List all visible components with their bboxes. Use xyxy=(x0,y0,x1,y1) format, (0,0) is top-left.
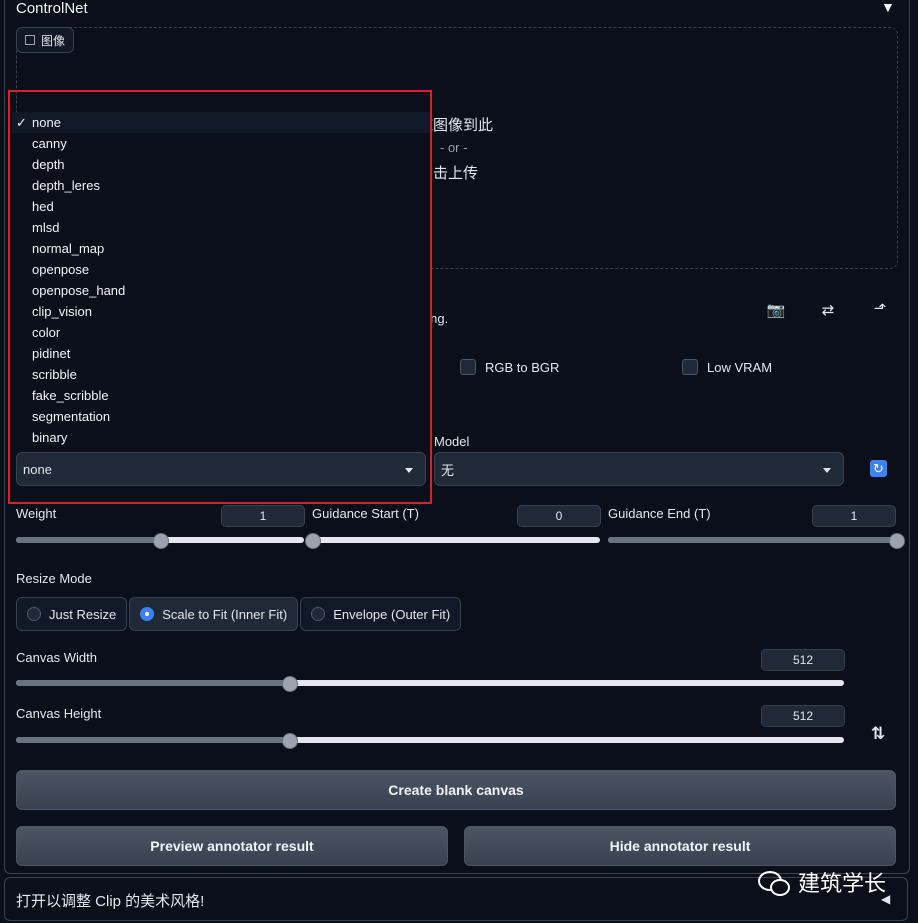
resize-mode-radio-group: Just Resize Scale to Fit (Inner Fit) Env… xyxy=(16,597,463,631)
highlight-box xyxy=(8,90,432,504)
rgb-to-bgr-checkbox[interactable]: RGB to BGR xyxy=(460,359,559,375)
image-tag-label: 图像 xyxy=(41,33,66,48)
rgb-to-bgr-label: RGB to BGR xyxy=(485,359,560,375)
guidance-end-input[interactable]: 1 xyxy=(812,505,896,527)
guidance-start-input[interactable]: 0 xyxy=(517,505,601,527)
low-vram-checkbox[interactable]: Low VRAM xyxy=(682,359,772,375)
create-blank-canvas-button[interactable]: Create blank canvas xyxy=(16,770,896,810)
radio-circle-selected[interactable] xyxy=(140,607,155,621)
guidance-start-slider-handle[interactable] xyxy=(305,533,321,549)
camera-icon[interactable]: 📷 xyxy=(766,301,786,319)
radio-just-resize[interactable]: Just Resize xyxy=(16,597,128,631)
image-tag: 图像 xyxy=(16,27,75,53)
chevron-down-icon xyxy=(823,468,831,473)
image-icon xyxy=(25,35,35,45)
guidance-end-label: Guidance End (T) xyxy=(608,506,711,521)
radio-circle[interactable] xyxy=(27,607,41,621)
weight-slider-fill xyxy=(16,537,160,543)
radio-envelope[interactable]: Envelope (Outer Fit) xyxy=(300,597,462,631)
radio-scale-to-fit[interactable]: Scale to Fit (Inner Fit) xyxy=(129,597,299,631)
watermark-text: 建筑学长 xyxy=(798,871,887,896)
canvas-height-slider[interactable] xyxy=(16,733,844,749)
low-vram-box[interactable] xyxy=(682,359,698,375)
refresh-icon[interactable]: ↻ xyxy=(870,460,887,477)
clip-style-title[interactable]: 打开以调整 Clip 的美术风格! xyxy=(16,890,204,911)
canvas-height-slider-fill xyxy=(16,737,290,743)
canvas-width-slider-fill xyxy=(16,680,290,686)
resize-mode-label: Resize Mode xyxy=(16,571,92,586)
radio-label: Scale to Fit (Inner Fit) xyxy=(162,606,288,622)
radio-label: Envelope (Outer Fit) xyxy=(333,606,451,622)
collapse-toggle-icon[interactable]: ▼ xyxy=(881,0,895,15)
wechat-icon xyxy=(758,869,790,896)
swap-dimensions-icon[interactable]: ⇅ xyxy=(871,724,885,744)
weight-label: Weight xyxy=(16,506,57,521)
weight-slider[interactable] xyxy=(16,533,304,549)
weight-slider-handle[interactable] xyxy=(153,533,169,549)
model-label: Model xyxy=(434,434,470,449)
drop-or-text: - or - xyxy=(440,140,468,155)
guidance-end-slider-handle[interactable] xyxy=(889,533,905,549)
rgb-to-bgr-box[interactable] xyxy=(460,359,476,375)
weight-input[interactable]: 1 xyxy=(221,505,305,527)
canvas-height-input[interactable]: 512 xyxy=(761,705,845,727)
canvas-width-slider[interactable] xyxy=(16,676,844,692)
guidance-start-label: Guidance Start (T) xyxy=(312,506,419,521)
model-select[interactable]: 无 xyxy=(434,452,844,486)
guidance-start-slider[interactable] xyxy=(305,533,600,549)
watermark: 建筑学长 xyxy=(758,866,886,898)
radio-circle[interactable] xyxy=(311,607,326,621)
preview-annotator-button[interactable]: Preview annotator result xyxy=(16,826,448,866)
canvas-width-label: Canvas Width xyxy=(16,650,97,665)
guidance-end-slider[interactable] xyxy=(608,533,905,549)
swap-icon[interactable]: ⇄ xyxy=(818,301,838,319)
guidance-end-slider-fill xyxy=(608,537,896,543)
low-vram-label: Low VRAM xyxy=(707,359,773,375)
radio-label: Just Resize xyxy=(49,606,117,622)
panel-title: ControlNet xyxy=(16,0,88,17)
model-value: 无 xyxy=(441,462,455,478)
canvas-height-label: Canvas Height xyxy=(16,706,102,721)
canvas-width-input[interactable]: 512 xyxy=(761,649,845,671)
hide-annotator-button[interactable]: Hide annotator result xyxy=(464,826,896,866)
rotate-icon[interactable]: ⬏ xyxy=(870,299,890,317)
